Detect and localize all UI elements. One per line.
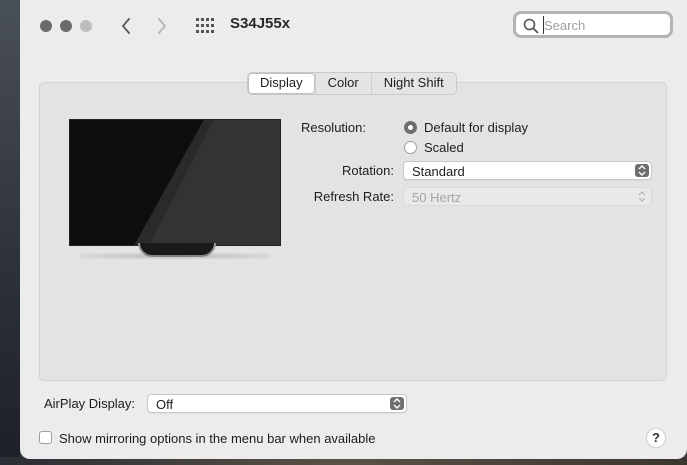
rotation-label: Rotation: (341, 163, 394, 178)
rotation-value: Standard (412, 164, 465, 179)
refresh-rate-popup[interactable]: 50 Hertz (403, 187, 652, 206)
tab-display[interactable]: Display (248, 73, 315, 94)
resolution-default-label[interactable]: Default for display (424, 120, 528, 135)
airplay-display-value: Off (156, 397, 174, 412)
resolution-default-radio[interactable] (404, 121, 417, 134)
zoom-window-button[interactable] (80, 20, 92, 32)
minimize-window-button[interactable] (60, 20, 72, 32)
search-icon (523, 18, 539, 34)
close-window-button[interactable] (40, 20, 52, 32)
tab-bar: Display Color Night Shift (247, 72, 457, 95)
back-button[interactable] (114, 14, 138, 38)
show-all-grid-icon[interactable] (196, 18, 214, 34)
resolution-scaled-label[interactable]: Scaled (424, 140, 464, 155)
tab-night-shift[interactable]: Night Shift (370, 73, 456, 94)
mirroring-options-checkbox[interactable] (39, 431, 52, 444)
desktop-background (0, 0, 20, 465)
updown-stepper-icon (635, 164, 649, 177)
search-input[interactable] (543, 16, 664, 34)
help-button[interactable]: ? (646, 428, 666, 448)
resolution-scaled-radio[interactable] (404, 141, 417, 154)
rotation-popup[interactable]: Standard (403, 161, 652, 180)
search-field[interactable] (513, 11, 673, 38)
chevron-right-icon (158, 18, 166, 34)
monitor-illustration (69, 119, 281, 246)
forward-button[interactable] (150, 14, 174, 38)
refresh-rate-label: Refresh Rate: (313, 189, 394, 204)
window-title: S34J55x (230, 15, 291, 32)
resolution-label: Resolution: (300, 120, 366, 135)
titlebar: S34J55x (20, 0, 687, 52)
monitor-shadow (80, 253, 270, 259)
updown-stepper-icon (635, 190, 649, 203)
refresh-rate-value: 50 Hertz (412, 190, 462, 205)
system-preferences-window: S34J55x Display Color Night Shift Resolu… (20, 0, 687, 459)
chevron-left-icon (122, 18, 130, 34)
tab-color[interactable]: Color (314, 73, 371, 94)
updown-stepper-icon (390, 397, 404, 410)
airplay-display-label: AirPlay Display: (44, 396, 136, 411)
airplay-display-popup[interactable]: Off (147, 394, 407, 413)
mirroring-options-label[interactable]: Show mirroring options in the menu bar w… (59, 431, 376, 446)
